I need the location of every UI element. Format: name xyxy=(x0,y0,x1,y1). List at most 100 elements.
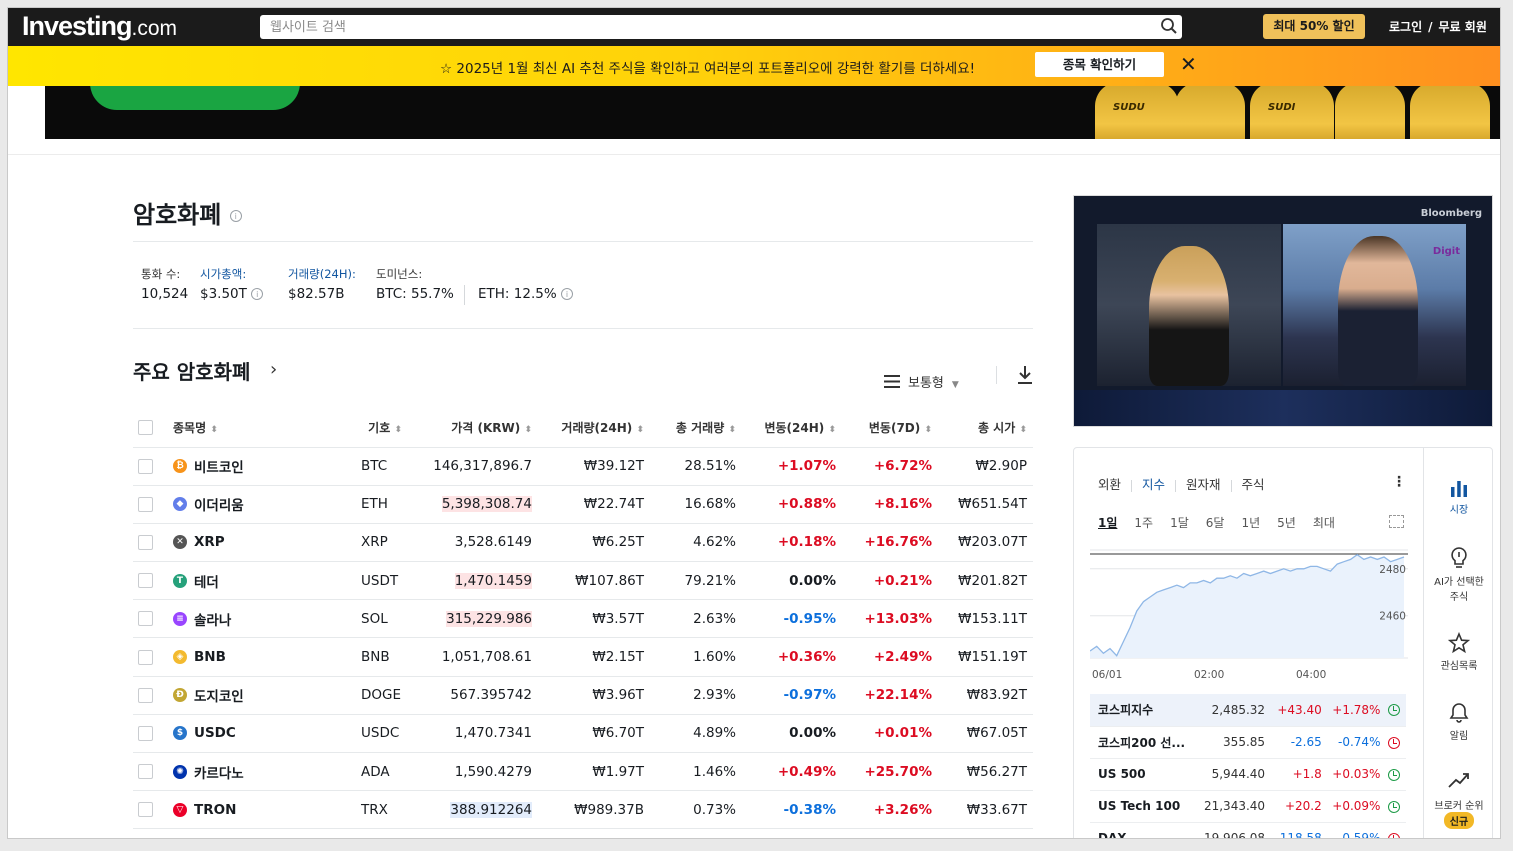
tab-separator xyxy=(1175,479,1177,492)
coin-name-link[interactable]: 카르다노 xyxy=(194,766,244,782)
index-name[interactable]: 코스피200 선... xyxy=(1090,726,1199,759)
row-checkbox[interactable] xyxy=(138,573,153,589)
col-price[interactable]: 가격 (KRW) ⬍ xyxy=(408,409,538,448)
coin-change-24h: -0.97% xyxy=(742,676,842,715)
coin-name-cell: ◈ BNB xyxy=(173,637,323,677)
coin-name-link[interactable]: 테더 xyxy=(194,575,219,591)
row-checkbox[interactable] xyxy=(138,496,153,512)
side-market[interactable]: 시장 xyxy=(1424,478,1494,516)
coin-change-24h: +0.18% xyxy=(742,523,842,563)
row-checkbox[interactable] xyxy=(138,802,153,818)
range-option[interactable]: 최대 xyxy=(1313,514,1335,531)
eth-dominance: ETH: 12.5% i xyxy=(478,286,573,302)
widget-tab[interactable]: 지수 xyxy=(1142,474,1165,493)
table-row[interactable]: ≡ 솔라나 SOL 315,229.986 ₩3.57T 2.63% -0.95% +13.0… xyxy=(133,599,1033,639)
investing-logo[interactable]: Investing.com xyxy=(22,11,177,42)
select-all-checkbox[interactable] xyxy=(138,420,153,436)
close-banner-icon[interactable]: ✕ xyxy=(1180,53,1197,75)
col-market-cap[interactable]: 총 시가 ⬍ xyxy=(938,409,1033,448)
volume-link[interactable]: 거래량(24H): xyxy=(288,267,356,281)
table-row[interactable]: T 테더 USDT 1,470.1459 ₩107.86T 79.21% 0.00% +0.2… xyxy=(133,561,1033,601)
coin-name-link[interactable]: 도지코인 xyxy=(194,689,244,705)
table-row[interactable]: Ð 도지코인 DOGE 567.395742 ₩3.96T 2.93% -0.97% +22.… xyxy=(133,676,1033,715)
index-row[interactable]: US Tech 100 21,343.40 +20.2 +0.09% xyxy=(1090,790,1406,823)
col-change-7d[interactable]: 변동(7D) ⬍ xyxy=(842,409,938,448)
signup-link[interactable]: 무료 회원 xyxy=(1439,20,1487,34)
side-ai-picks[interactable]: AI가 선택한 주식 xyxy=(1424,546,1494,603)
side-watchlist[interactable]: 관심목록 xyxy=(1424,631,1494,672)
range-option[interactable]: 1주 xyxy=(1134,514,1153,531)
col-change-24h[interactable]: 변동(24H) ⬍ xyxy=(742,409,842,448)
login-link[interactable]: 로그인 xyxy=(1389,20,1422,34)
table-row[interactable]: ◈ BNB BNB 1,051,708.61 ₩2.15T 1.60% +0.36% +2.4… xyxy=(133,637,1033,677)
coin-name-link[interactable]: USDC xyxy=(194,725,236,741)
index-name[interactable]: US Tech 100 xyxy=(1090,790,1199,823)
advertisement-banner[interactable]: SUDU SUDI xyxy=(45,86,1500,139)
ad-player-figure xyxy=(1410,86,1490,139)
row-checkbox[interactable] xyxy=(138,725,153,741)
info-icon[interactable]: i xyxy=(229,210,242,222)
table-row[interactable]: $ USDC USDC 1,470.7341 ₩6.70T 4.89% 0.00% +0.01… xyxy=(133,714,1033,754)
coin-volume-share: 1.60% xyxy=(650,637,742,677)
index-row[interactable]: US 500 5,944.40 +1.8 +0.03% xyxy=(1090,758,1406,791)
coin-name-link[interactable]: 이더리움 xyxy=(194,498,244,514)
col-total-volume[interactable]: 총 거래량 ⬍ xyxy=(650,409,742,448)
chevron-right-icon[interactable]: › xyxy=(270,359,277,380)
coin-name-link[interactable]: XRP xyxy=(194,534,225,550)
widget-tab[interactable]: 외환 xyxy=(1098,474,1121,493)
more-options-icon[interactable]: ⋮ xyxy=(1392,474,1406,490)
coin-name-link[interactable]: 비트코인 xyxy=(194,460,244,476)
index-name[interactable]: US 500 xyxy=(1090,758,1199,791)
range-option[interactable]: 1년 xyxy=(1241,514,1260,531)
market-cap-link[interactable]: 시가총액: xyxy=(200,267,246,281)
range-option[interactable]: 1달 xyxy=(1170,514,1189,531)
coin-change-24h: +0.88% xyxy=(742,485,842,524)
col-name[interactable]: 종목명 ⬍ xyxy=(173,409,323,448)
widget-tab[interactable]: 원자재 xyxy=(1186,474,1221,493)
coin-symbol: DOGE xyxy=(323,676,408,715)
range-option[interactable]: 1일 xyxy=(1098,514,1117,531)
row-checkbox[interactable] xyxy=(138,534,153,550)
coin-logo-icon: $ xyxy=(173,726,187,741)
col-volume[interactable]: 거래량(24H) ⬍ xyxy=(538,409,650,448)
video-player[interactable]: Bloomberg Digit xyxy=(1073,195,1493,427)
table-row[interactable]: ◆ 이더리움 ETH 5,398,308.74 ₩22.74T 16.68% +0.88% +… xyxy=(133,485,1033,524)
stat-value-text: $3.50T xyxy=(200,286,247,302)
index-row[interactable]: 코스피200 선... 355.85 -2.65 -0.74% xyxy=(1090,726,1406,759)
search-input[interactable] xyxy=(260,15,1140,39)
index-row[interactable]: DAX 19,906.08 -118.58 -0.59% xyxy=(1090,822,1406,838)
download-icon[interactable] xyxy=(1016,365,1034,389)
section-title[interactable]: 주요 암호화폐 xyxy=(133,356,250,385)
info-icon[interactable]: i xyxy=(251,288,264,300)
row-checkbox[interactable] xyxy=(138,764,153,780)
coin-name-link[interactable]: BNB xyxy=(194,649,226,665)
coin-name-link[interactable]: 솔라나 xyxy=(194,613,231,629)
index-row[interactable]: 코스피지수 2,485.32 +43.40 +1.78% xyxy=(1090,694,1406,727)
select-all-cell xyxy=(133,409,173,448)
row-select-cell xyxy=(133,561,173,601)
table-row[interactable]: ✕ XRP XRP 3,528.6149 ₩6.25T 4.62% +0.18% +16.76… xyxy=(133,523,1033,563)
index-name[interactable]: 코스피지수 xyxy=(1090,694,1199,727)
widget-tab[interactable]: 주식 xyxy=(1242,474,1265,493)
check-stocks-button[interactable]: 종목 확인하기 xyxy=(1035,52,1164,77)
expand-chart-icon[interactable] xyxy=(1389,515,1404,528)
coin-name-link[interactable]: TRON xyxy=(194,802,236,818)
col-market-cap-label: 총 시가 xyxy=(977,421,1016,436)
index-name[interactable]: DAX xyxy=(1090,822,1199,838)
row-checkbox[interactable] xyxy=(138,458,153,474)
side-alerts[interactable]: 알림 xyxy=(1424,702,1494,742)
info-icon[interactable]: i xyxy=(560,288,573,300)
table-row[interactable]: ▽ TRON TRX 388.912264 ₩989.37B 0.73% -0.38% +3.… xyxy=(133,790,1033,830)
search-icon[interactable] xyxy=(1160,17,1178,39)
table-row[interactable]: ✺ 카르다노 ADA 1,590.4279 ₩1.97T 1.46% +0.49% +25.7… xyxy=(133,752,1033,792)
row-checkbox[interactable] xyxy=(138,649,153,665)
table-row[interactable]: ₿ 비트코인 BTC 146,317,896.7 ₩39.12T 28.51% +1.07%… xyxy=(133,447,1033,486)
row-checkbox[interactable] xyxy=(138,611,153,627)
range-option[interactable]: 6달 xyxy=(1206,514,1225,531)
row-checkbox[interactable] xyxy=(138,687,153,703)
view-mode-dropdown[interactable]: 보통형 ▼ xyxy=(884,372,959,392)
side-brokers[interactable]: 브로커 순위 신규 xyxy=(1424,770,1494,829)
range-option[interactable]: 5년 xyxy=(1277,514,1296,531)
discount-promo-button[interactable]: 최대 50% 할인 xyxy=(1263,14,1365,39)
col-symbol[interactable]: 기호 ⬍ xyxy=(323,409,408,448)
